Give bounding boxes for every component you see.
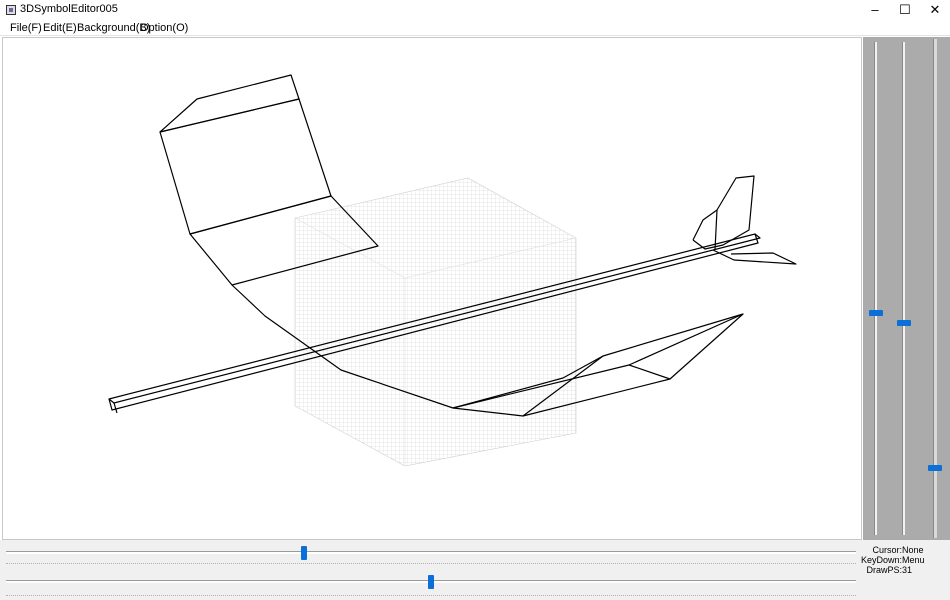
slider-ticks bbox=[6, 563, 856, 565]
status-cursor-label: Cursor: bbox=[872, 545, 902, 555]
vertical-slider-1-track[interactable] bbox=[869, 42, 883, 535]
status-drawps-value: 31 bbox=[902, 565, 913, 575]
menu-option[interactable]: Option(O) bbox=[140, 22, 188, 34]
status-cursor-value: None bbox=[902, 545, 924, 555]
horizontal-slider-1-track[interactable] bbox=[6, 546, 856, 560]
vertical-slider-2-track[interactable] bbox=[897, 42, 911, 535]
3d-viewport[interactable] bbox=[2, 37, 862, 540]
horizontal-slider-2-track[interactable] bbox=[6, 575, 856, 589]
title-bar: 3DSymbolEditor005 – ☐ ✕ bbox=[0, 0, 950, 20]
menu-edit[interactable]: Edit(E) bbox=[43, 22, 77, 34]
wireframe-canvas[interactable] bbox=[3, 38, 862, 540]
minimize-button[interactable]: – bbox=[860, 0, 890, 20]
slider-ticks-bottom bbox=[6, 595, 856, 597]
status-keydown-label: KeyDown: bbox=[860, 555, 902, 565]
horizontal-slider-1-thumb[interactable] bbox=[300, 546, 307, 560]
status-keydown-value: Menu bbox=[902, 555, 925, 565]
right-slider-panel bbox=[863, 37, 950, 540]
vertical-slider-3-track[interactable] bbox=[928, 39, 942, 538]
maximize-button[interactable]: ☐ bbox=[890, 0, 920, 20]
menu-bar: File(F) Edit(E) Background(B) Option(O) bbox=[0, 20, 950, 36]
vertical-slider-3-thumb[interactable] bbox=[928, 465, 942, 472]
window-title: 3DSymbolEditor005 bbox=[20, 3, 118, 15]
menu-file[interactable]: File(F) bbox=[10, 22, 42, 34]
vertical-slider-1-thumb[interactable] bbox=[869, 310, 883, 317]
app-icon bbox=[6, 5, 16, 15]
status-drawps-label: DrawPS: bbox=[866, 565, 902, 575]
bottom-slider-panel bbox=[0, 540, 950, 600]
horizontal-slider-2-thumb[interactable] bbox=[428, 575, 434, 589]
close-button[interactable]: ✕ bbox=[920, 0, 950, 20]
vertical-slider-2-thumb[interactable] bbox=[897, 320, 911, 326]
grid-cube bbox=[294, 177, 577, 467]
